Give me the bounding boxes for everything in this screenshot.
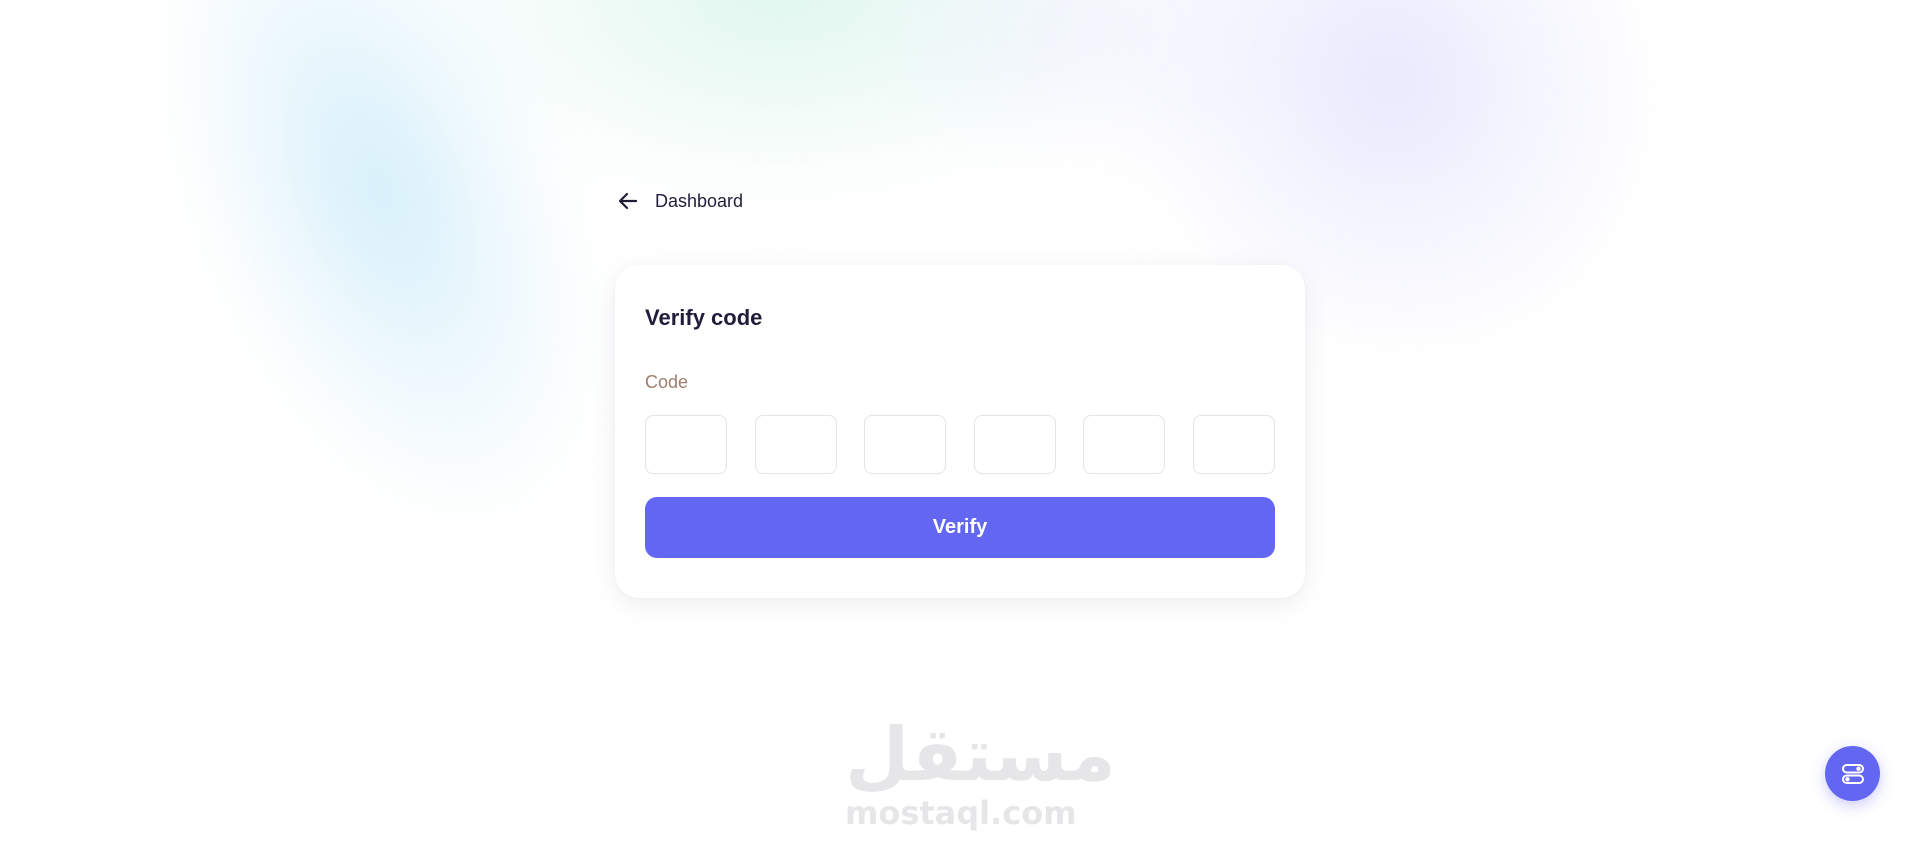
background-blob-mint [420,0,1140,200]
code-digit-1[interactable] [645,415,727,474]
code-digit-4[interactable] [973,415,1056,474]
back-to-dashboard-link[interactable]: Dashboard [615,186,743,216]
settings-toggle-button[interactable] [1825,746,1880,801]
arrow-left-icon [615,188,641,214]
background-blob-soft [880,0,1300,180]
code-digit-2[interactable] [754,415,837,474]
code-digit-6[interactable] [1192,415,1275,474]
card-title: Verify code [645,305,763,330]
watermark-latin-text: mostaql.com [845,794,1077,832]
code-digit-3[interactable] [864,415,947,474]
page: Dashboard Verify code Code Verify مستقل … [0,0,1920,841]
toggle-settings-icon [1840,761,1866,787]
verify-button[interactable]: Verify [645,497,1275,558]
code-digit-5[interactable] [1083,415,1166,474]
verify-code-card: Verify code Code Verify [615,265,1305,598]
code-input-group [645,415,1275,474]
background-blob-blue [81,0,679,582]
back-link-label: Dashboard [655,190,744,211]
code-field-label: Code [645,372,689,392]
watermark-arabic-text: مستقل [845,712,1116,798]
watermark-logo: مستقل mostaql.com [845,712,1116,832]
